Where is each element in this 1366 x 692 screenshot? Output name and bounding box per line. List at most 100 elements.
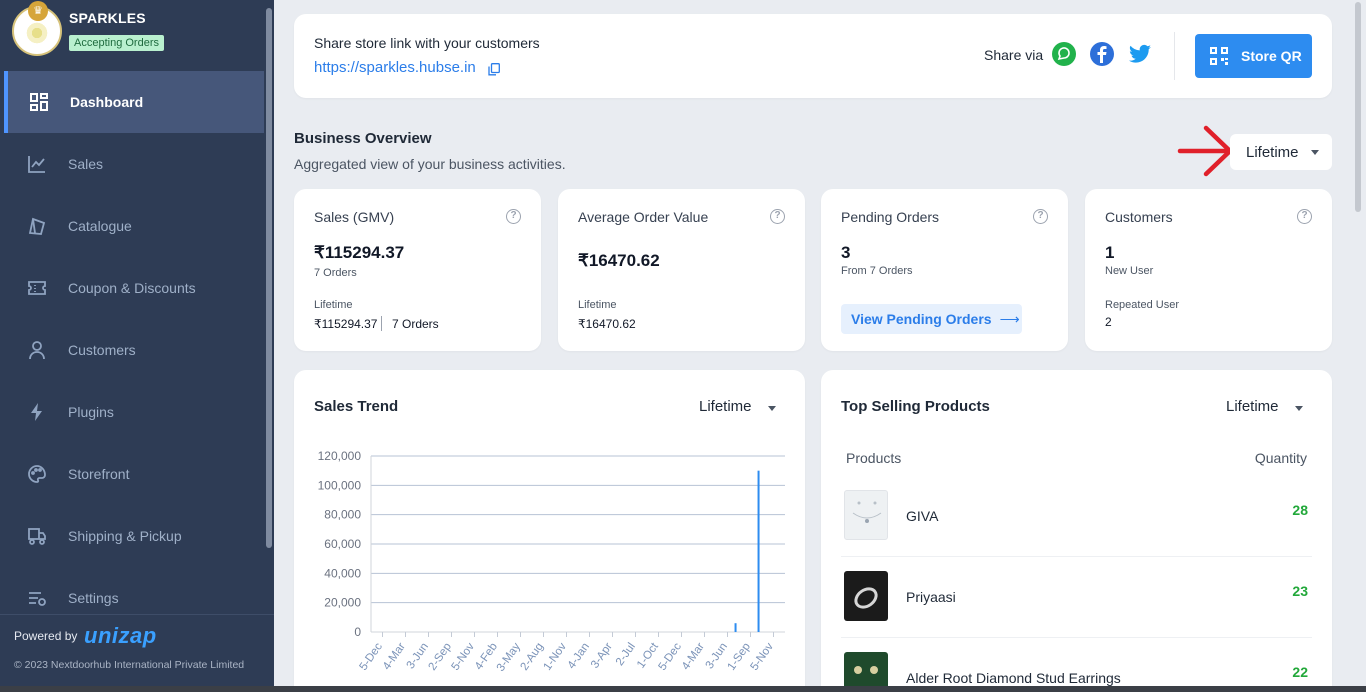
x-tick-label: 5-Nov	[749, 641, 777, 673]
copyright-text: © 2023 Nextdoorhub International Private…	[14, 659, 245, 671]
catalogue-icon	[26, 215, 48, 237]
stat-period: Lifetime	[578, 299, 617, 311]
product-name: Priyaasi	[906, 589, 956, 605]
store-qr-label: Store QR	[1241, 48, 1302, 64]
page-scrollbar[interactable]	[1352, 0, 1366, 692]
x-tick-label: 4-Mar	[680, 641, 707, 673]
y-tick-label: 100,000	[318, 478, 362, 492]
powered-by-label: Powered by	[14, 629, 78, 643]
x-tick-label: 5-Dec	[657, 641, 685, 673]
share-via-label: Share via	[984, 47, 1044, 63]
sidebar-item-shipping[interactable]: Shipping & Pickup	[4, 505, 264, 567]
view-pending-orders-button[interactable]: View Pending Orders ⟶	[841, 304, 1022, 334]
period-label: Lifetime	[1246, 143, 1299, 161]
customers-card: Customers ? 1 New User Repeated User 2	[1085, 189, 1332, 351]
stat-period-value: ₹16470.62	[578, 317, 636, 331]
x-tick-label: 3-Apr	[589, 641, 615, 671]
red-arrow-annotation	[1177, 125, 1233, 177]
store-name: SPARKLES	[69, 10, 146, 26]
palette-icon	[26, 463, 48, 485]
help-icon[interactable]: ?	[770, 209, 785, 224]
crown-icon: ♛	[28, 1, 48, 21]
stat-sub: New User	[1105, 265, 1154, 277]
facebook-icon[interactable]	[1090, 42, 1114, 66]
stat-period-value: ₹115294.37	[314, 317, 378, 331]
help-icon[interactable]: ?	[1297, 209, 1312, 224]
share-title: Share store link with your customers	[314, 35, 540, 51]
period-label: Lifetime	[1226, 398, 1279, 415]
x-tick-label: 4-Mar	[381, 641, 408, 673]
product-name: GIVA	[906, 508, 939, 524]
view-pending-label: View Pending Orders	[851, 311, 992, 327]
panel-title: Sales Trend	[314, 398, 399, 415]
period-label: Lifetime	[699, 398, 752, 415]
sidebar-item-coupons[interactable]: Coupon & Discounts	[4, 257, 264, 319]
store-link[interactable]: https://sparkles.hubse.in	[314, 59, 476, 76]
y-tick-label: 120,000	[318, 449, 362, 463]
table-row[interactable]: GIVA 28	[841, 476, 1312, 557]
sales-trend-card: Sales Trend Lifetime 0 20,000 40,000 60,000…	[294, 370, 805, 692]
qr-icon	[1210, 47, 1228, 65]
whatsapp-icon[interactable]	[1052, 42, 1076, 66]
x-tick-label: 5-Nov	[450, 641, 478, 673]
sidebar-item-plugins[interactable]: Plugins	[4, 381, 264, 443]
stat-value: ₹115294.37	[314, 243, 405, 262]
table-row[interactable]: Alder Root Diamond Stud Earrings 22	[841, 638, 1312, 692]
sidebar-scrollbar[interactable]	[266, 8, 272, 548]
bar	[734, 623, 737, 632]
stat-sub: 7 Orders	[314, 267, 357, 279]
x-tick-label: 2-Sep	[427, 641, 454, 673]
y-tick-label: 20,000	[324, 596, 361, 610]
chevron-down-icon	[1310, 149, 1319, 155]
product-quantity: 28	[1292, 502, 1308, 518]
user-icon	[26, 339, 48, 361]
table-row[interactable]: Priyaasi 23	[841, 557, 1312, 638]
twitter-icon[interactable]	[1128, 42, 1152, 66]
sidebar-item-catalogue[interactable]: Catalogue	[4, 195, 264, 257]
x-tick-label: 4-Jan	[566, 641, 592, 671]
unizap-logo: unizap	[84, 623, 157, 648]
copy-icon[interactable]	[488, 63, 500, 76]
x-tick-label: 1-Nov	[542, 641, 570, 673]
chevron-down-icon	[1294, 406, 1303, 411]
pending-orders-card: Pending Orders ? 3 From 7 Orders View Pe…	[821, 189, 1068, 351]
divider	[381, 316, 382, 331]
repeat-label: Repeated User	[1105, 299, 1179, 311]
overview-title: Business Overview	[294, 130, 432, 147]
column-header-quantity: Quantity	[1254, 450, 1307, 466]
y-tick-label: 60,000	[324, 537, 361, 551]
top-period-select[interactable]: Lifetime	[1226, 398, 1303, 415]
help-icon[interactable]: ?	[506, 209, 521, 224]
sidebar-item-dashboard[interactable]: Dashboard	[4, 71, 264, 133]
settings-icon	[26, 587, 48, 609]
trend-period-select[interactable]: Lifetime	[699, 398, 776, 415]
overview-period-select[interactable]: Lifetime	[1230, 134, 1332, 170]
bar	[757, 470, 760, 632]
arrow-right-icon: ⟶	[999, 310, 1020, 327]
window-bottom-edge	[0, 686, 1366, 692]
truck-icon	[26, 525, 48, 547]
store-qr-button[interactable]: Store QR	[1195, 34, 1312, 78]
sidebar-item-sales[interactable]: Sales	[4, 133, 264, 195]
sidebar-item-label: Catalogue	[68, 218, 132, 234]
y-tick-label: 80,000	[324, 508, 361, 522]
sidebar-item-label: Shipping & Pickup	[68, 528, 182, 544]
aov-card: Average Order Value ? ₹16470.62 Lifetime…	[558, 189, 805, 351]
repeat-value: 2	[1105, 315, 1112, 329]
top-selling-card: Top Selling Products Lifetime Products Q…	[821, 370, 1332, 692]
product-quantity: 22	[1292, 664, 1308, 680]
share-card: Share store link with your customers htt…	[294, 14, 1332, 98]
product-quantity: 23	[1292, 583, 1308, 599]
coupon-icon	[26, 277, 48, 299]
y-tick-label: 0	[354, 625, 361, 639]
help-icon[interactable]: ?	[1033, 209, 1048, 224]
overview-subtitle: Aggregated view of your business activit…	[294, 156, 566, 172]
stat-label: Customers	[1105, 209, 1173, 225]
main-content: Share store link with your customers htt…	[274, 0, 1366, 692]
sidebar-item-label: Plugins	[68, 404, 114, 420]
chevron-down-icon	[767, 406, 776, 411]
sidebar-item-storefront[interactable]: Storefront	[4, 443, 264, 505]
sidebar-item-customers[interactable]: Customers	[4, 319, 264, 381]
product-thumbnail	[844, 490, 888, 540]
sidebar-item-label: Sales	[68, 156, 104, 172]
